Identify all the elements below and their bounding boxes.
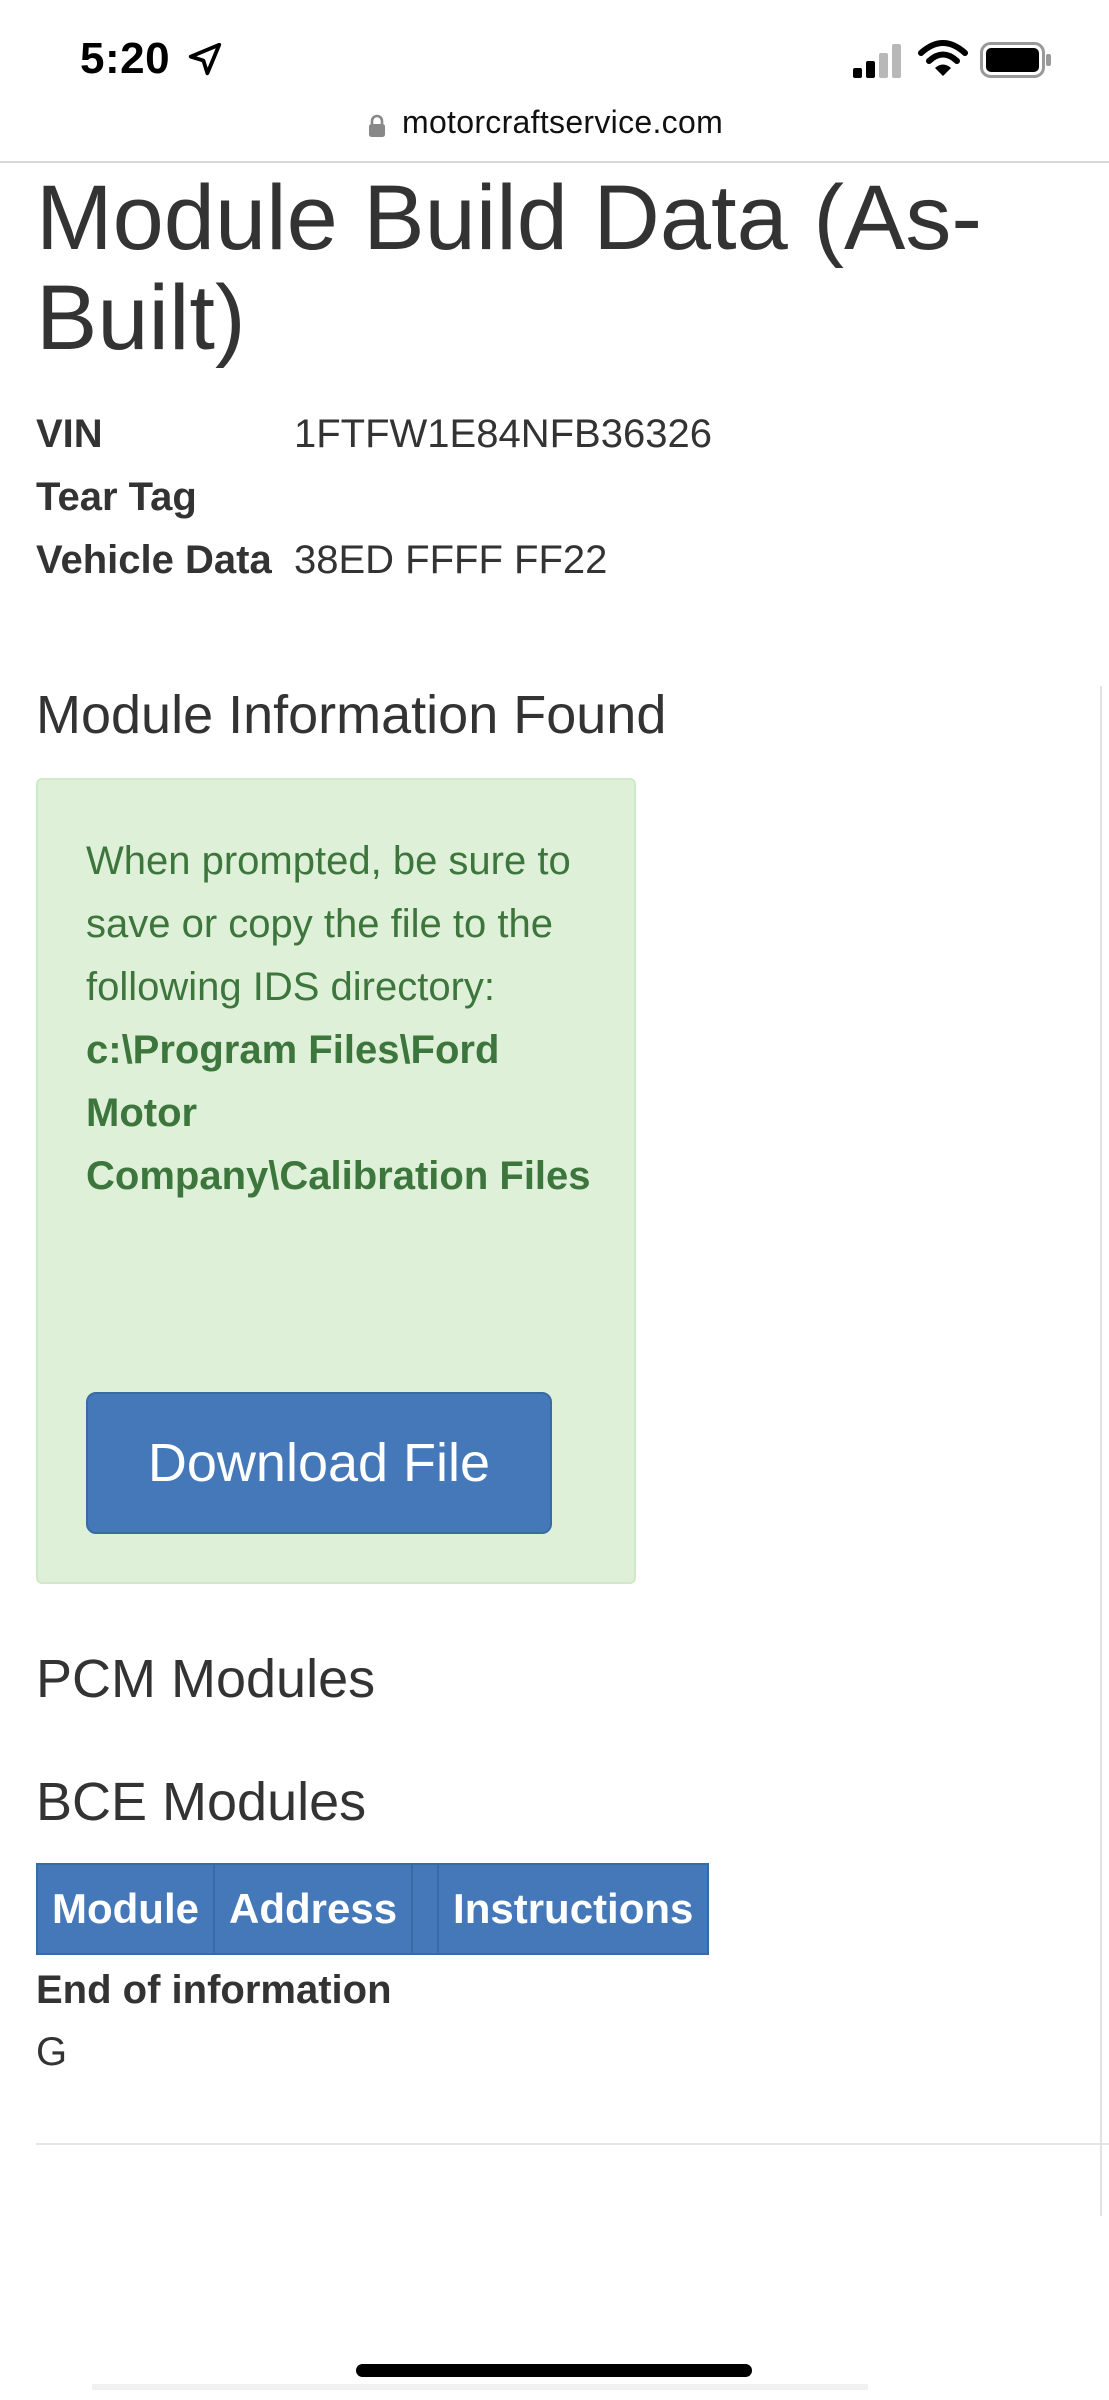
status-time: 5:20 (80, 34, 171, 83)
vehicle-data-value: 38ED FFFF FF22 (294, 538, 608, 582)
status-bar: 5:20 (0, 0, 1109, 110)
vin-value: 1FTFW1E84NFB36326 (294, 412, 712, 456)
download-file-button[interactable]: Download File (86, 1392, 552, 1534)
module-info-alert: When prompted, be sure to save or copy t… (36, 778, 636, 1584)
cellular-signal-icon (853, 44, 901, 78)
location-arrow-icon (188, 42, 222, 76)
footer-divider (36, 2143, 1109, 2145)
scrollbar-track[interactable] (1100, 686, 1102, 2216)
module-info-heading: Module Information Found (36, 685, 667, 745)
home-indicator[interactable] (356, 2364, 752, 2377)
bce-modules-table: Module Address Instructions (36, 1863, 710, 1955)
battery-icon (980, 42, 1051, 78)
table-header-row: Module Address Instructions (36, 1863, 710, 1955)
bce-modules-heading: BCE Modules (36, 1772, 367, 1832)
url-text[interactable]: motorcraftservice.com (402, 104, 723, 141)
lock-icon (369, 114, 385, 137)
wifi-icon (918, 40, 968, 76)
end-of-information: End of information (36, 1968, 392, 2012)
tear-tag-label: Tear Tag (36, 475, 197, 519)
column-instructions: Instructions (437, 1863, 710, 1955)
vehicle-data-label: Vehicle Data (36, 538, 272, 582)
vin-label: VIN (36, 412, 103, 456)
alert-text: When prompted, be sure to save or copy t… (86, 830, 606, 1208)
column-address: Address (212, 1863, 414, 1955)
footer-letter: G (36, 2030, 68, 2074)
ids-directory-path: c:\Program Files\Ford Motor Company\Cali… (86, 1028, 591, 1198)
column-module: Module (36, 1863, 215, 1955)
column-blank (411, 1863, 440, 1955)
toolbar-divider (0, 161, 1109, 163)
alert-message: When prompted, be sure to save or copy t… (86, 839, 571, 1009)
bottom-toolbar-edge (92, 2384, 868, 2390)
page-title: Module Build Data (As-Built) (36, 167, 982, 369)
pcm-modules-heading: PCM Modules (36, 1649, 376, 1709)
